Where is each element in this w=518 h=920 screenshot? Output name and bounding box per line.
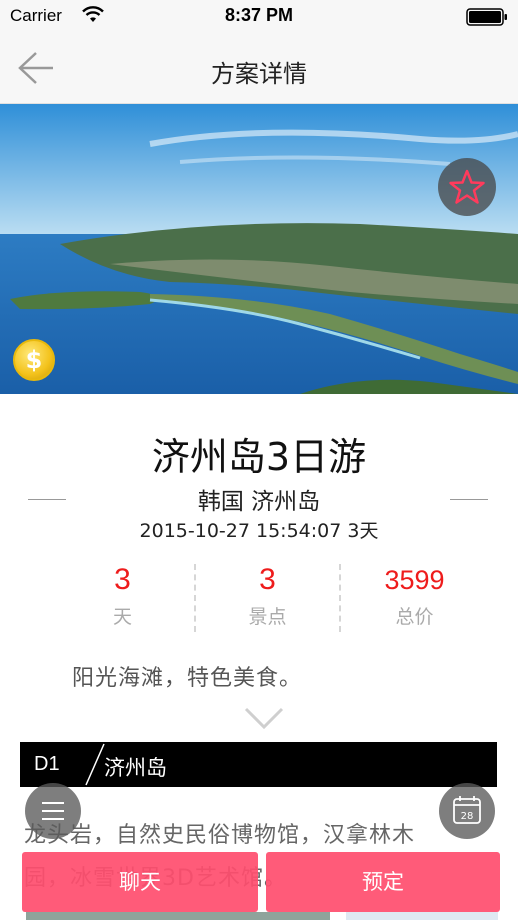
calendar-day: 28: [461, 811, 474, 822]
day-header[interactable]: D1 济州岛: [20, 742, 497, 787]
trip-location: 韩国 济州岛: [197, 489, 321, 515]
star-icon: [449, 169, 485, 204]
day-label: D1: [34, 753, 60, 775]
list-menu-icon: [42, 802, 64, 820]
divider-right: [450, 499, 488, 500]
stat-spots-value: 3: [259, 563, 276, 596]
clock: 8:37 PM: [224, 5, 294, 25]
trip-title: 济州岛3日游: [151, 435, 367, 479]
hero-image: [0, 104, 518, 394]
spot-photo: [26, 912, 330, 920]
favorite-button[interactable]: [438, 158, 496, 216]
coin-symbol: $: [25, 346, 43, 374]
battery-icon: [466, 8, 507, 26]
menu-button[interactable]: [25, 783, 81, 839]
jeju-coast-photo: [0, 104, 518, 394]
stat-days: 3 天: [50, 562, 195, 634]
navigation-bar: 方案详情: [0, 34, 518, 104]
calendar-icon: 28: [453, 796, 481, 824]
stat-price-label: 总价: [395, 606, 434, 628]
stat-days-label: 天: [112, 606, 132, 628]
trip-stats: 3 天 3 景点 3599 总价: [50, 562, 470, 634]
page-title: 方案详情: [211, 60, 307, 88]
day-place: 济州岛: [104, 756, 167, 780]
stat-divider: [339, 564, 341, 632]
calendar-button[interactable]: 28: [439, 783, 495, 839]
stat-price-value: 3599: [384, 565, 445, 595]
chat-button[interactable]: 聊天: [22, 852, 258, 912]
stat-days-value: 3: [114, 563, 131, 596]
dollar-coin-icon[interactable]: $: [13, 339, 55, 381]
stat-spots-label: 景点: [248, 606, 287, 628]
stat-price: 3599 总价: [342, 562, 487, 634]
trip-date: 2015-10-27 15:54:07 3天: [139, 520, 379, 542]
stat-spots: 3 景点: [195, 562, 340, 634]
chevron-down-icon[interactable]: [244, 706, 284, 730]
spot-list-line: 龙头岩，自然史民俗博物馆，汉拿林木: [24, 823, 416, 848]
status-bar: Carrier 8:37 PM: [0, 0, 518, 34]
book-button[interactable]: 预定: [266, 852, 500, 912]
trip-description: 阳光海滩，特色美食。: [72, 666, 303, 691]
location-row: 韩国 济州岛: [0, 482, 518, 516]
spot-photo: [346, 912, 498, 920]
